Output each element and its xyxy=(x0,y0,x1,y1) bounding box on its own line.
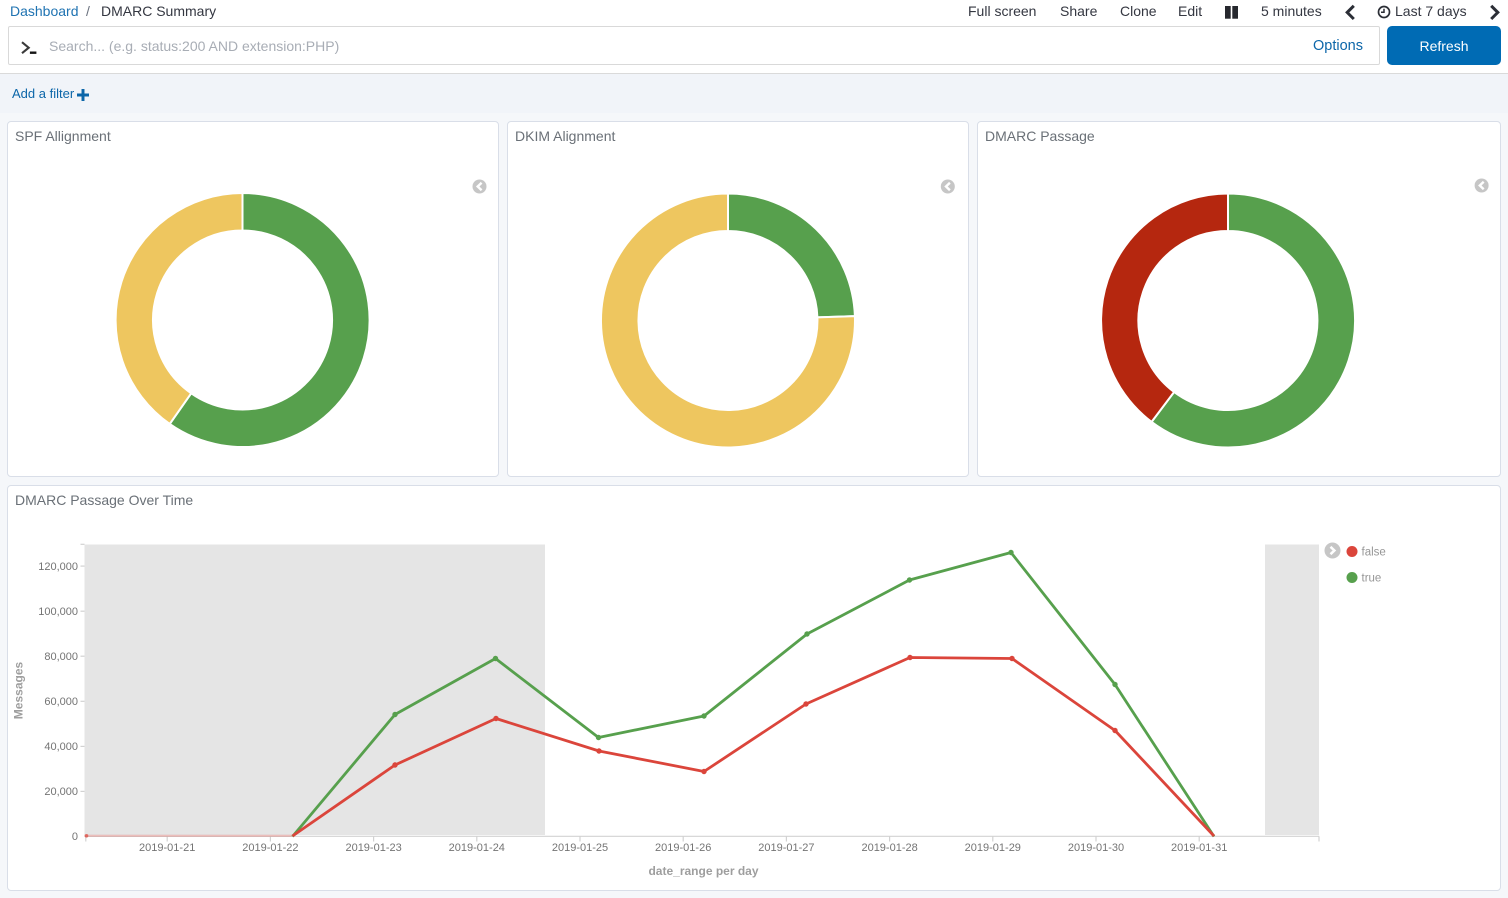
svg-text:false: false xyxy=(1362,547,1386,559)
svg-text:20,000: 20,000 xyxy=(44,786,78,798)
svg-text:2019-01-28: 2019-01-28 xyxy=(861,842,917,854)
svg-text:2019-01-31: 2019-01-31 xyxy=(1171,842,1227,854)
svg-text:60,000: 60,000 xyxy=(44,696,78,708)
svg-text:0: 0 xyxy=(72,831,78,843)
svg-text:2019-01-24: 2019-01-24 xyxy=(449,842,505,854)
svg-text:date_range per day: date_range per day xyxy=(648,864,758,878)
svg-text:40,000: 40,000 xyxy=(44,741,78,753)
svg-text:2019-01-21: 2019-01-21 xyxy=(139,842,195,854)
svg-text:2019-01-22: 2019-01-22 xyxy=(242,842,298,854)
svg-text:2019-01-30: 2019-01-30 xyxy=(1068,842,1124,854)
svg-text:2019-01-23: 2019-01-23 xyxy=(345,842,401,854)
svg-text:Messages: Messages xyxy=(12,661,26,719)
svg-text:2019-01-26: 2019-01-26 xyxy=(655,842,711,854)
svg-text:80,000: 80,000 xyxy=(44,651,78,663)
svg-text:2019-01-25: 2019-01-25 xyxy=(552,842,608,854)
svg-text:100,000: 100,000 xyxy=(38,606,78,618)
svg-text:120,000: 120,000 xyxy=(38,561,78,573)
svg-text:true: true xyxy=(1362,573,1382,585)
svg-text:2019-01-27: 2019-01-27 xyxy=(758,842,814,854)
svg-text:2019-01-29: 2019-01-29 xyxy=(965,842,1021,854)
